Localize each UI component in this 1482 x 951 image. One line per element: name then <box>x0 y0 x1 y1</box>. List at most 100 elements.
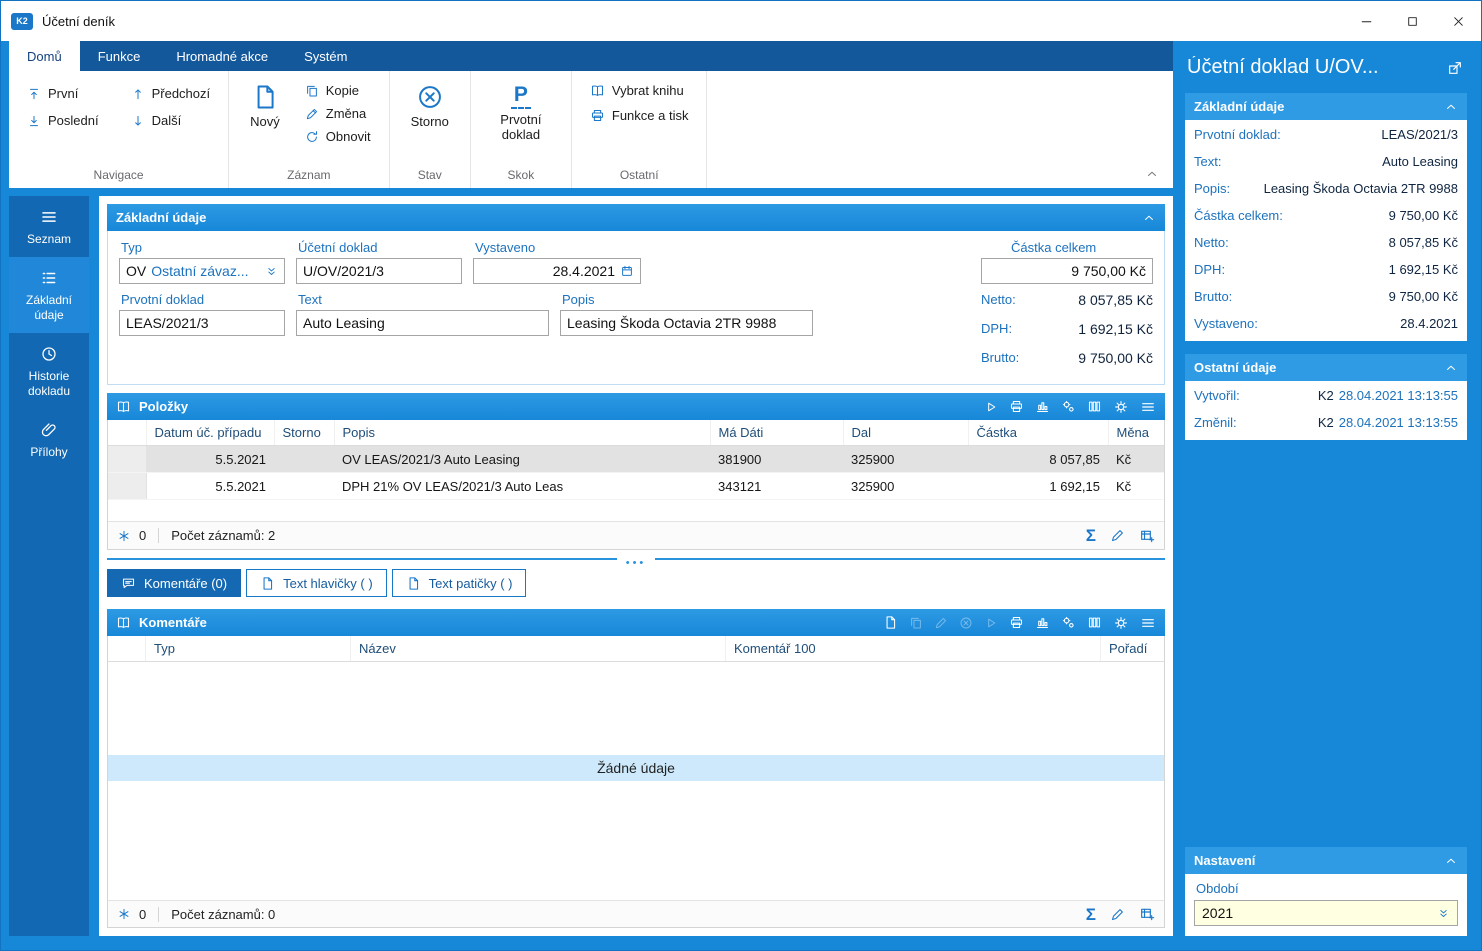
close-button[interactable] <box>1435 1 1481 41</box>
selector-column-header[interactable] <box>108 636 146 662</box>
sidebar-item-historie-dokladu[interactable]: Historie dokladu <box>9 333 89 409</box>
play-icon[interactable] <box>984 616 998 630</box>
collapse-section-icon[interactable] <box>1142 211 1156 225</box>
storno-button[interactable]: Storno <box>402 80 458 130</box>
preview-zakladni-header: Základní údaje <box>1185 93 1467 120</box>
column-castka[interactable]: Částka <box>968 420 1108 446</box>
columns-icon[interactable] <box>1087 399 1102 414</box>
row-selector[interactable] <box>108 473 146 500</box>
new-button[interactable]: Nový <box>241 80 289 130</box>
tab-komentare[interactable]: Komentáře (0) <box>107 569 241 597</box>
print-icon[interactable] <box>1009 615 1024 630</box>
ribbon-tab-hromadne-akce[interactable]: Hromadné akce <box>158 41 286 71</box>
table-add-icon[interactable] <box>1139 528 1155 544</box>
collapse-section-icon[interactable] <box>1444 361 1458 375</box>
edit-icon[interactable] <box>934 616 948 630</box>
edit-button[interactable]: Změna <box>299 103 377 124</box>
ribbon-tab-domu[interactable]: Domů <box>9 41 80 71</box>
prvotni-doklad-input[interactable]: LEAS/2021/3 <box>119 310 285 336</box>
edit-pencil-icon[interactable] <box>1110 528 1125 543</box>
tab-text-hlavicky[interactable]: Text hlavičky ( ) <box>246 569 387 597</box>
settings-gear-icon[interactable] <box>1113 399 1129 415</box>
copy-button[interactable]: Kopie <box>299 80 377 101</box>
play-icon[interactable] <box>984 400 998 414</box>
delete-icon[interactable] <box>959 616 973 630</box>
dph-row: DPH: 1 692,15 Kč <box>981 315 1153 342</box>
obdobi-dropdown[interactable]: 2021 <box>1194 900 1458 926</box>
sum-icon[interactable]: Σ <box>1086 906 1096 923</box>
settings-gear-icon[interactable] <box>1113 615 1129 631</box>
collapse-section-icon[interactable] <box>1444 100 1458 114</box>
prvotni-doklad-label: Prvotní doklad <box>119 292 285 307</box>
column-mena[interactable]: Měna <box>1108 420 1164 446</box>
minimize-icon <box>1360 15 1373 28</box>
print-icon[interactable] <box>1009 399 1024 414</box>
collapse-ribbon-icon[interactable] <box>1145 167 1159 181</box>
column-dal[interactable]: Dal <box>843 420 968 446</box>
typ-dropdown[interactable]: OV Ostatní závaz... <box>119 258 285 284</box>
column-popis[interactable]: Popis <box>334 420 710 446</box>
document-icon <box>260 576 275 591</box>
tab-text-hlavicky-label: Text hlavičky ( ) <box>283 576 373 591</box>
gears-icon[interactable] <box>1061 399 1076 414</box>
sidebar-item-zakladni-udaje[interactable]: Základní údaje <box>9 257 89 333</box>
column-storno[interactable]: Storno <box>274 420 334 446</box>
created-datetime-link[interactable]: 28.04.2021 13:13:55 <box>1339 388 1458 403</box>
copy-icon[interactable] <box>909 616 923 630</box>
ribbon-tab-system[interactable]: Systém <box>286 41 365 71</box>
new-record-icon[interactable] <box>883 615 898 630</box>
first-button[interactable]: První <box>21 83 105 104</box>
tab-text-paticky[interactable]: Text patičky ( ) <box>392 569 527 597</box>
typ-code: OV <box>126 263 146 279</box>
collapse-section-icon[interactable] <box>1444 854 1458 868</box>
next-button[interactable]: Další <box>125 110 217 131</box>
edit-pencil-icon[interactable] <box>1110 907 1125 922</box>
minimize-button[interactable] <box>1343 1 1389 41</box>
open-in-window-icon[interactable] <box>1447 60 1463 76</box>
items-statusbar: 0 Počet záznamů: 2 Σ <box>108 521 1164 549</box>
refresh-button[interactable]: Obnovit <box>299 126 377 147</box>
gears-icon[interactable] <box>1061 615 1076 630</box>
items-row-1[interactable]: 5.5.2021 OV LEAS/2021/3 Auto Leasing 381… <box>108 446 1164 473</box>
menu-icon[interactable] <box>1140 615 1156 631</box>
menu-icon[interactable] <box>1140 399 1156 415</box>
printer-icon <box>590 108 605 123</box>
column-ma-dati[interactable]: Má Dáti <box>710 420 843 446</box>
table-add-icon[interactable] <box>1139 906 1155 922</box>
column-nazev[interactable]: Název <box>351 636 726 662</box>
ucetni-doklad-input[interactable]: U/OV/2021/3 <box>296 258 462 284</box>
no-data-band: Žádné údaje <box>108 755 1164 781</box>
selector-column-header[interactable] <box>108 420 146 446</box>
source-document-button[interactable]: P Prvotní doklad <box>483 80 559 143</box>
popis-input[interactable]: Leasing Škoda Octavia 2TR 9988 <box>560 310 813 336</box>
changed-datetime-link[interactable]: 28.04.2021 13:13:55 <box>1339 415 1458 430</box>
sidebar-item-seznam[interactable]: Seznam <box>9 196 89 257</box>
ribbon-tab-funkce[interactable]: Funkce <box>80 41 159 71</box>
snowflake-icon[interactable] <box>117 907 131 921</box>
calendar-icon[interactable] <box>620 264 634 278</box>
column-poradi[interactable]: Pořadí <box>1101 636 1165 662</box>
row-selector[interactable] <box>108 446 146 473</box>
items-row-2[interactable]: 5.5.2021 DPH 21% OV LEAS/2021/3 Auto Lea… <box>108 473 1164 500</box>
castka-celkem-input[interactable]: 9 750,00 Kč <box>981 258 1153 284</box>
column-komentar[interactable]: Komentář 100 <box>726 636 1101 662</box>
select-book-button[interactable]: Vybrat knihu <box>584 80 695 101</box>
chart-icon[interactable] <box>1035 399 1050 414</box>
sum-icon[interactable]: Σ <box>1086 527 1096 544</box>
snowflake-icon[interactable] <box>117 529 131 543</box>
previous-button[interactable]: Předchozí <box>125 83 217 104</box>
vystaveno-date-input[interactable]: 28.4.2021 <box>473 258 641 284</box>
column-typ[interactable]: Typ <box>146 636 351 662</box>
arrow-up-icon <box>131 87 145 101</box>
preview-row: Netto:8 057,85 Kč <box>1194 229 1458 256</box>
double-chevron-down-icon <box>265 265 278 278</box>
column-datum[interactable]: Datum úč. případu <box>146 420 274 446</box>
chart-icon[interactable] <box>1035 615 1050 630</box>
text-input[interactable]: Auto Leasing <box>296 310 549 336</box>
last-button[interactable]: Poslední <box>21 110 105 131</box>
functions-print-button[interactable]: Funkce a tisk <box>584 105 695 126</box>
columns-icon[interactable] <box>1087 615 1102 630</box>
horizontal-splitter[interactable]: ••• <box>107 553 1165 568</box>
sidebar-item-prilohy[interactable]: Přílohy <box>9 409 89 470</box>
maximize-button[interactable] <box>1389 1 1435 41</box>
